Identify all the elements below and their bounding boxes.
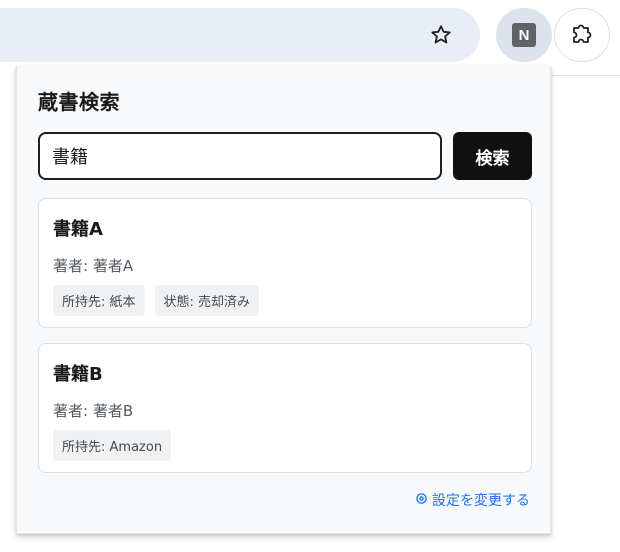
book-title: 書籍B [53, 364, 103, 385]
result-card[interactable]: 書籍A 著者: 著者A 所持先: 紙本 状態: 売却済み [38, 198, 532, 328]
status-tag: 状態: 売却済み [154, 285, 260, 316]
star-icon[interactable] [428, 22, 454, 48]
search-button[interactable]: 検索 [453, 132, 532, 180]
extensions-menu-button[interactable] [554, 8, 610, 62]
puzzle-piece-icon [569, 20, 595, 50]
extension-popup: 蔵書検索 検索 書籍A 著者: 著者A 所持先: 紙本 状態: 売却済み 書籍B… [16, 66, 551, 534]
ownership-tag: 所持先: 紙本 [53, 285, 145, 316]
address-bar[interactable] [0, 8, 480, 62]
gear-icon [415, 492, 428, 509]
settings-link-label: 設定を変更する [432, 493, 530, 509]
settings-link[interactable]: 設定を変更する [415, 490, 530, 510]
tag-list: 所持先: 紙本 状態: 売却済み [53, 285, 260, 316]
search-input[interactable] [38, 132, 442, 180]
tag-list: 所持先: Amazon [53, 430, 172, 461]
book-title: 書籍A [53, 219, 103, 240]
popup-title: 蔵書検索 [38, 90, 120, 114]
book-author: 著者: 著者B [53, 402, 134, 420]
extension-badge: N [512, 23, 536, 47]
book-author: 著者: 著者A [53, 257, 134, 275]
ownership-tag: 所持先: Amazon [53, 430, 172, 461]
browser-toolbar: N [0, 0, 620, 66]
extension-button[interactable]: N [496, 8, 552, 62]
toolbar-divider [552, 75, 620, 76]
result-card[interactable]: 書籍B 著者: 著者B 所持先: Amazon [38, 343, 532, 473]
